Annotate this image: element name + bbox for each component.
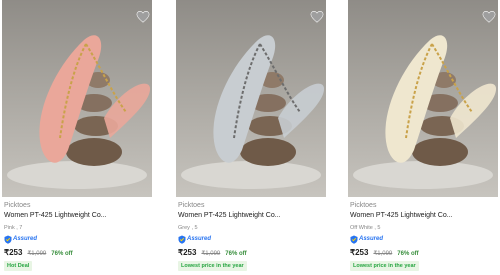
product-variant: Off White , 5 bbox=[350, 225, 381, 231]
brand-name: Picktoes bbox=[350, 202, 377, 209]
deal-tag: Hot Deal bbox=[4, 261, 33, 271]
assured-label: Assured bbox=[187, 236, 212, 242]
assured-label: Assured bbox=[359, 236, 384, 242]
shield-check-icon bbox=[4, 235, 12, 244]
product-title[interactable]: Women PT-425 Lightweight Co... bbox=[4, 212, 107, 219]
selling-price: ₹253 bbox=[350, 248, 369, 257]
original-price: ₹1,099 bbox=[27, 251, 47, 257]
product-card[interactable]: Picktoes Women PT-425 Lightweight Co... … bbox=[2, 0, 152, 275]
assured-badge: Assured bbox=[178, 234, 211, 244]
discount-percent: 76% off bbox=[225, 251, 247, 257]
assured-badge: Assured bbox=[350, 234, 383, 244]
deal-tag: Lowest price in the year bbox=[178, 261, 247, 271]
selling-price: ₹253 bbox=[178, 248, 197, 257]
heart-icon[interactable] bbox=[310, 10, 324, 24]
price-row: ₹253 ₹1,099 76% off bbox=[350, 248, 419, 257]
brand-name: Picktoes bbox=[178, 202, 205, 209]
original-price: ₹1,099 bbox=[373, 251, 393, 257]
original-price: ₹1,099 bbox=[201, 251, 221, 257]
product-variant: Pink , 7 bbox=[4, 225, 23, 231]
product-card[interactable]: Picktoes Women PT-425 Lightweight Co... … bbox=[348, 0, 498, 275]
selling-price: ₹253 bbox=[4, 248, 23, 257]
price-row: ₹253 ₹1,099 76% off bbox=[178, 248, 247, 257]
assured-badge: Assured bbox=[4, 234, 37, 244]
deal-tag: Lowest price in the year bbox=[350, 261, 419, 271]
shield-check-icon bbox=[178, 235, 186, 244]
discount-percent: 76% off bbox=[51, 251, 73, 257]
price-row: ₹253 ₹1,099 76% off bbox=[4, 248, 73, 257]
brand-name: Picktoes bbox=[4, 202, 31, 209]
heart-icon[interactable] bbox=[482, 10, 496, 24]
product-card[interactable]: Picktoes Women PT-425 Lightweight Co... … bbox=[176, 0, 326, 275]
product-image[interactable] bbox=[348, 0, 498, 197]
discount-percent: 76% off bbox=[397, 251, 419, 257]
product-image[interactable] bbox=[2, 0, 152, 197]
shield-check-icon bbox=[350, 235, 358, 244]
product-image[interactable] bbox=[176, 0, 326, 197]
product-title[interactable]: Women PT-425 Lightweight Co... bbox=[178, 212, 281, 219]
heart-icon[interactable] bbox=[136, 10, 150, 24]
product-title[interactable]: Women PT-425 Lightweight Co... bbox=[350, 212, 453, 219]
product-variant: Grey , 5 bbox=[178, 225, 198, 231]
assured-label: Assured bbox=[13, 236, 38, 242]
